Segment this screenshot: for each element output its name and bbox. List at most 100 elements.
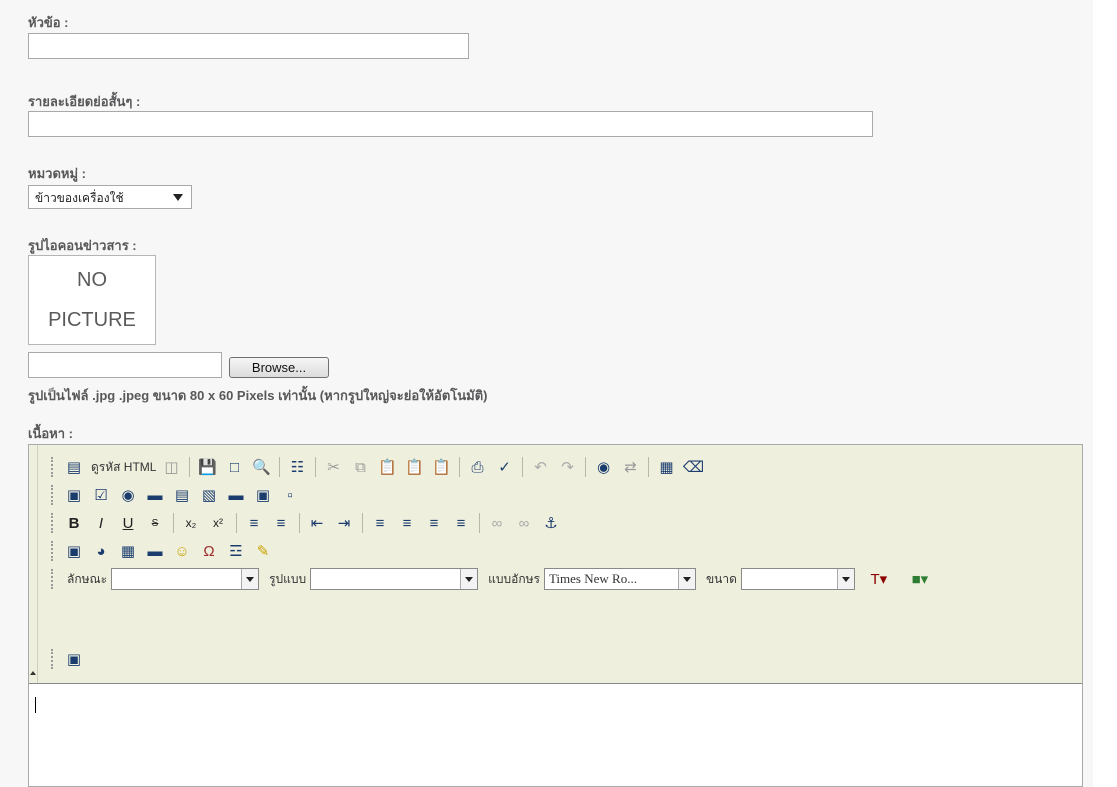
paste-word-icon[interactable]: 📋 xyxy=(430,456,452,478)
underline-icon[interactable]: U xyxy=(117,512,139,534)
font-value: Times New Ro... xyxy=(548,571,637,586)
source-button[interactable]: ดูรหัส HTML xyxy=(91,458,156,477)
separator xyxy=(315,457,317,477)
no-picture-text-2: PICTURE xyxy=(48,309,136,331)
separator xyxy=(479,513,480,533)
copy-icon[interactable]: ⧉ xyxy=(349,456,371,478)
indent-icon[interactable]: ⇥ xyxy=(333,512,355,534)
toolbar-row-1: ▤ ดูรหัส HTML ◫ 💾 □ 🔍 ☷ ✂ ⧉ 📋 📋 📋 ⎙ ✓ ↶ … xyxy=(51,453,709,481)
toolbar-row-2: ▣ ☑ ◉ ▬ ▤ ▧ ▬ ▣ ▫ xyxy=(51,481,306,509)
font-select[interactable]: Times New Ro... xyxy=(543,568,696,590)
special-char-icon[interactable]: Ω xyxy=(198,540,220,562)
eraser-icon[interactable]: ⌫ xyxy=(682,456,704,478)
new-page-icon[interactable]: □ xyxy=(223,456,245,478)
bulleted-list-icon[interactable]: ≡ xyxy=(270,512,292,534)
grip-icon xyxy=(51,513,57,533)
source-icon[interactable]: ▤ xyxy=(63,456,85,478)
title-input[interactable] xyxy=(28,33,469,59)
format-select[interactable] xyxy=(310,568,479,590)
align-right-icon[interactable]: ≡ xyxy=(423,512,445,534)
select-field-icon[interactable]: ▧ xyxy=(198,484,220,506)
window-edge xyxy=(1093,0,1117,787)
table-icon[interactable]: ▦ xyxy=(117,540,139,562)
browse-button[interactable]: Browse... xyxy=(229,357,329,378)
category-selected-value: ข้าวของเครื่องใช้ xyxy=(35,191,124,205)
paste-icon[interactable]: 📋 xyxy=(376,456,398,478)
chevron-down-icon xyxy=(836,569,854,589)
select-all-icon[interactable]: ▦ xyxy=(655,456,677,478)
align-center-icon[interactable]: ≡ xyxy=(396,512,418,534)
undo-icon[interactable]: ↶ xyxy=(529,456,551,478)
replace-icon[interactable]: ⇄ xyxy=(619,456,641,478)
form-icon[interactable]: ▣ xyxy=(63,484,85,506)
category-label: หมวดหมู่ : xyxy=(28,166,86,181)
anchor-icon[interactable]: ⚓ xyxy=(540,512,562,534)
toolbar-row-6: ▣ xyxy=(51,645,90,673)
paste-text-icon[interactable]: 📋 xyxy=(403,456,425,478)
save-icon[interactable]: 💾 xyxy=(196,456,218,478)
maximize-icon[interactable]: ▣ xyxy=(63,648,85,670)
italic-icon[interactable]: I xyxy=(90,512,112,534)
find-icon[interactable]: ◉ xyxy=(592,456,614,478)
grip-icon xyxy=(51,485,57,505)
toolbar-row-3: B I U S x₂ x² ≡ ≡ ⇤ ⇥ ≡ ≡ ≡ ≡ ∞ ∞ ⚓ xyxy=(51,509,567,537)
spellcheck-icon[interactable]: ✓ xyxy=(493,456,515,478)
button-field-icon[interactable]: ▬ xyxy=(225,484,247,506)
separator xyxy=(299,513,300,533)
outdent-icon[interactable]: ⇤ xyxy=(306,512,328,534)
size-select[interactable] xyxy=(740,568,855,590)
smiley-icon[interactable]: ☺ xyxy=(171,540,193,562)
hidden-field-icon[interactable]: ▫ xyxy=(279,484,301,506)
file-input[interactable] xyxy=(28,352,222,378)
subscript-icon[interactable]: x₂ xyxy=(180,512,202,534)
toolbar-strip xyxy=(29,445,38,683)
format-label: รูปแบบ xyxy=(269,571,307,586)
separator xyxy=(279,457,281,477)
align-left-icon[interactable]: ≡ xyxy=(369,512,391,534)
print-icon[interactable]: ⎙ xyxy=(466,456,488,478)
icon-label: รูปไอคอนข่าวสาร : xyxy=(28,238,137,253)
text-color-icon[interactable]: T▾ xyxy=(861,568,897,590)
templates-icon[interactable]: ☷ xyxy=(286,456,308,478)
background-color-icon[interactable]: ■▾ xyxy=(902,568,938,590)
summary-input[interactable] xyxy=(28,111,873,137)
grip-icon xyxy=(51,649,57,669)
checkbox-icon[interactable]: ☑ xyxy=(90,484,112,506)
preview-icon[interactable]: 🔍 xyxy=(250,456,272,478)
collapse-toolbar-icon[interactable] xyxy=(30,671,36,675)
bold-icon[interactable]: B xyxy=(63,512,85,534)
separator xyxy=(173,513,174,533)
numbered-list-icon[interactable]: ≡ xyxy=(243,512,265,534)
unlink-icon[interactable]: ∞ xyxy=(513,512,535,534)
image-button-icon[interactable]: ▣ xyxy=(252,484,274,506)
preview-disabled-icon: ◫ xyxy=(164,459,179,476)
grip-icon xyxy=(51,569,57,589)
page-break-icon[interactable]: ☲ xyxy=(225,540,247,562)
size-label: ขนาด xyxy=(705,571,737,586)
category-select[interactable]: ข้าวของเครื่องใช้ xyxy=(28,185,192,209)
radio-icon[interactable]: ◉ xyxy=(117,484,139,506)
style-select[interactable] xyxy=(111,568,260,590)
justify-icon[interactable]: ≡ xyxy=(450,512,472,534)
toolbar-row-4: ▣ ◕ ▦ ▬ ☺ Ω ☲ ✎ xyxy=(51,537,279,565)
cut-icon[interactable]: ✂ xyxy=(322,456,344,478)
separator xyxy=(585,457,587,477)
flash-icon[interactable]: ◕ xyxy=(90,540,112,562)
pencil-icon[interactable]: ✎ xyxy=(252,540,274,562)
rich-text-editor: ▤ ดูรหัส HTML ◫ 💾 □ 🔍 ☷ ✂ ⧉ 📋 📋 📋 ⎙ ✓ ↶ … xyxy=(28,444,1083,787)
image-icon[interactable]: ▣ xyxy=(63,540,85,562)
title-label: หัวข้อ : xyxy=(28,15,69,30)
horizontal-rule-icon[interactable]: ▬ xyxy=(144,540,166,562)
link-icon[interactable]: ∞ xyxy=(486,512,508,534)
textfield-icon[interactable]: ▬ xyxy=(144,484,166,506)
no-picture-text: NO xyxy=(77,269,107,291)
text-cursor xyxy=(35,697,36,713)
grip-icon xyxy=(51,457,57,477)
textarea-icon[interactable]: ▤ xyxy=(171,484,193,506)
redo-icon[interactable]: ↷ xyxy=(556,456,578,478)
chevron-down-icon xyxy=(677,569,695,589)
style-label: ลักษณะ xyxy=(67,571,108,586)
strikethrough-icon[interactable]: S xyxy=(144,512,166,534)
superscript-icon[interactable]: x² xyxy=(207,512,229,534)
content-label: เนื้อหา : xyxy=(28,426,73,441)
